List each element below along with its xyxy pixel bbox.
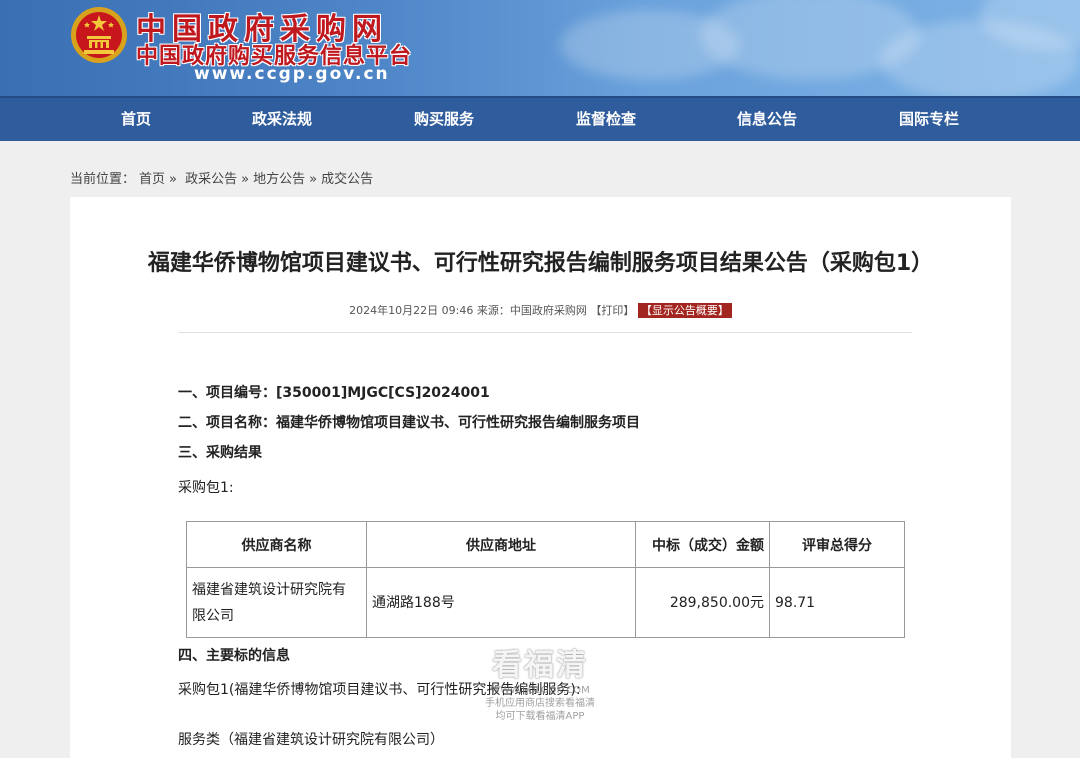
nav-item-international[interactable]: 国际专栏 — [869, 98, 989, 141]
supplier-name-line: 限公司 — [192, 607, 234, 624]
watermark: 看福清 WWW.FQLOOK.COM 手机应用商店搜索看福清 均可下载看福清AP… — [470, 640, 610, 723]
supplier-name-line: 福建省建筑设计研究院有 — [192, 581, 346, 598]
breadcrumb-deal-notices[interactable]: 成交公告 — [321, 172, 373, 187]
project-number: 一、项目编号：[350001]MJGC[CS]2024001 — [178, 385, 490, 401]
watermark-url: WWW.FQLOOK.COM — [490, 685, 590, 696]
nav-item-purchase-services[interactable]: 购买服务 — [384, 98, 504, 141]
table-row: 福建省建筑设计研究院有 限公司 通湖路188号 289,850.00元 98.7… — [186, 567, 905, 638]
main-item-heading: 四、主要标的信息 — [178, 648, 290, 664]
article-meta: 2024年10月22日 09:46 来源：中国政府采购网 【打印】 【显示公告概… — [70, 302, 1011, 318]
article-title: 福建华侨博物馆项目建议书、可行性研究报告编制服务项目结果公告（采购包1） — [147, 251, 934, 276]
main-nav: 首页 政采法规 购买服务 监督检查 信息公告 国际专栏 — [0, 96, 1080, 141]
nav-item-home[interactable]: 首页 — [76, 98, 196, 141]
nav-item-supervision[interactable]: 监督检查 — [546, 98, 666, 141]
breadcrumb: 当前位置： 首页» 政采公告» 地方公告» 成交公告 — [70, 168, 377, 187]
col-award-amount: 中标（成交）金额 — [635, 521, 770, 568]
national-emblem-icon[interactable] — [70, 6, 128, 64]
project-name: 二、项目名称：福建华侨博物馆项目建议书、可行性研究报告编制服务项目 — [178, 415, 640, 431]
table-header-row: 供应商名称 供应商地址 中标（成交）金额 评审总得分 — [186, 521, 905, 568]
breadcrumb-separator: » — [169, 172, 177, 187]
article-date: 2024年10月22日 09:46 — [349, 304, 474, 317]
watermark-line: 手机应用商店搜索看福清 — [485, 698, 595, 709]
breadcrumb-separator: » — [309, 172, 318, 187]
show-summary-button[interactable]: 【显示公告概要】 — [637, 303, 732, 318]
breadcrumb-home[interactable]: 首页 — [139, 172, 165, 187]
service-class: 服务类（福建省建筑设计研究院有限公司） — [178, 732, 444, 748]
cell-total-score: 98.71 — [769, 567, 905, 638]
site-url: www.ccgp.gov.cn — [194, 64, 390, 84]
breadcrumb-local-notices[interactable]: 地方公告 — [253, 172, 305, 187]
article-source: 来源：中国政府采购网 — [476, 304, 587, 317]
result-table: 供应商名称 供应商地址 中标（成交）金额 评审总得分 福建省建筑设计研究院有 限… — [186, 521, 905, 638]
breadcrumb-procurement-notices[interactable]: 政采公告 — [185, 172, 237, 187]
cell-supplier-address: 通湖路188号 — [366, 567, 636, 638]
procurement-result-heading: 三、采购结果 — [178, 445, 262, 461]
breadcrumb-prefix: 当前位置： — [70, 172, 136, 187]
nav-item-regulations[interactable]: 政采法规 — [222, 98, 342, 141]
divider — [178, 332, 912, 333]
watermark-line: 均可下载看福清APP — [495, 711, 585, 722]
cell-supplier-name: 福建省建筑设计研究院有 限公司 — [186, 567, 367, 638]
nav-item-announcements[interactable]: 信息公告 — [707, 98, 827, 141]
col-supplier-name: 供应商名称 — [186, 521, 367, 568]
package-label: 采购包1: — [178, 480, 234, 496]
col-total-score: 评审总得分 — [769, 521, 905, 568]
cell-award-amount: 289,850.00元 — [635, 567, 770, 638]
watermark-logo: 看福清 — [492, 648, 588, 683]
print-link[interactable]: 【打印】 — [590, 304, 634, 317]
breadcrumb-separator: » — [241, 172, 250, 187]
col-supplier-address: 供应商地址 — [366, 521, 636, 568]
site-banner: 中国政府采购网 中国政府购买服务信息平台 www.ccgp.gov.cn — [0, 0, 1080, 96]
